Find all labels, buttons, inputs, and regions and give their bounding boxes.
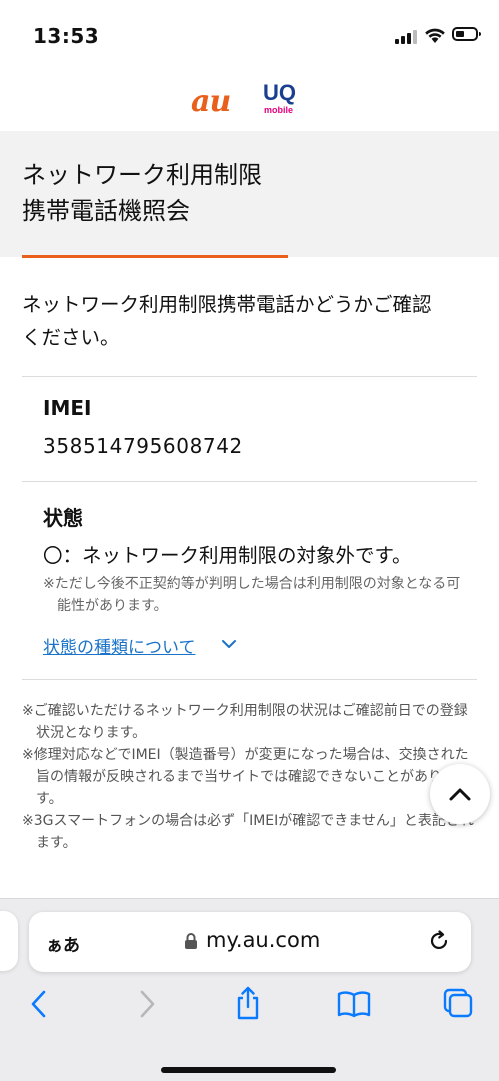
address-bar[interactable]: ぁあ my.au.com bbox=[29, 912, 471, 972]
url-text[interactable]: my.au.com bbox=[206, 928, 320, 952]
au-logo: au bbox=[191, 84, 231, 119]
status-bar: 13:53 bbox=[0, 0, 499, 72]
page-settings-button[interactable]: ぁあ bbox=[46, 931, 80, 956]
status-time: 13:53 bbox=[33, 24, 100, 48]
uq-logo: UQ bbox=[263, 80, 296, 105]
imei-value: 358514795608742 bbox=[43, 434, 243, 458]
brand-logos: au UQ mobile bbox=[0, 80, 499, 120]
title-accent-bar bbox=[22, 255, 288, 258]
chevron-up-icon bbox=[449, 788, 471, 801]
back-icon[interactable] bbox=[27, 989, 51, 1019]
status-types-link[interactable]: 状態の種類について bbox=[43, 633, 196, 658]
reload-icon[interactable] bbox=[427, 929, 451, 953]
cellular-signal-icon bbox=[395, 30, 417, 44]
page-title-line2: 携帯電話機照会 bbox=[22, 197, 190, 225]
home-indicator bbox=[161, 1067, 336, 1073]
lock-icon bbox=[185, 933, 197, 949]
intro-line2: ください。 bbox=[22, 326, 120, 349]
bookmarks-icon[interactable] bbox=[336, 989, 372, 1019]
note-item: ※修理対応などでIMEI（製造番号）が変更になった場合は、交換された旨の情報が反… bbox=[22, 747, 469, 807]
scroll-to-top-button[interactable] bbox=[430, 764, 490, 824]
divider bbox=[22, 481, 477, 482]
share-icon[interactable] bbox=[234, 985, 262, 1021]
page-title: ネットワーク利用制限 携帯電話機照会 bbox=[22, 157, 262, 229]
divider bbox=[22, 376, 477, 377]
note-item: ※3Gスマートフォンの場合は必ず「IMEIが確認できません」と表記されます。 bbox=[22, 813, 474, 851]
status-value: 〇：ネットワーク利用制限の対象外です。 bbox=[43, 544, 412, 567]
intro-text: ネットワーク利用制限携帯電話かどうかご確認 ください。 bbox=[22, 288, 482, 354]
browser-bar: ぁあ my.au.com bbox=[0, 898, 499, 1081]
browser-toolbar bbox=[0, 979, 499, 1034]
status-label: 状態 bbox=[43, 506, 83, 530]
divider bbox=[22, 679, 477, 680]
previous-tab-preview[interactable] bbox=[0, 911, 18, 971]
notes-list: ※ご確認いただけるネットワーク利用制限の状況はご確認前日での登録状況となります。… bbox=[22, 700, 474, 854]
intro-line1: ネットワーク利用制限携帯電話かどうかご確認 bbox=[22, 293, 432, 316]
status-note: ※ただし今後不正契約等が判明した場合は利用制限の対象となる可能性があります。 bbox=[43, 576, 461, 614]
page-title-line1: ネットワーク利用制限 bbox=[22, 161, 262, 189]
battery-icon bbox=[452, 27, 481, 41]
tabs-icon[interactable] bbox=[442, 987, 474, 1019]
uq-mobile-logo-text: mobile bbox=[264, 105, 294, 115]
wifi-icon bbox=[425, 28, 445, 43]
chevron-down-icon[interactable] bbox=[221, 638, 237, 650]
forward-icon[interactable] bbox=[135, 989, 159, 1019]
imei-label: IMEI bbox=[43, 396, 92, 420]
page-header: ネットワーク利用制限 携帯電話機照会 bbox=[0, 131, 499, 257]
note-item: ※ご確認いただけるネットワーク利用制限の状況はご確認前日での登録状況となります。 bbox=[22, 703, 468, 741]
